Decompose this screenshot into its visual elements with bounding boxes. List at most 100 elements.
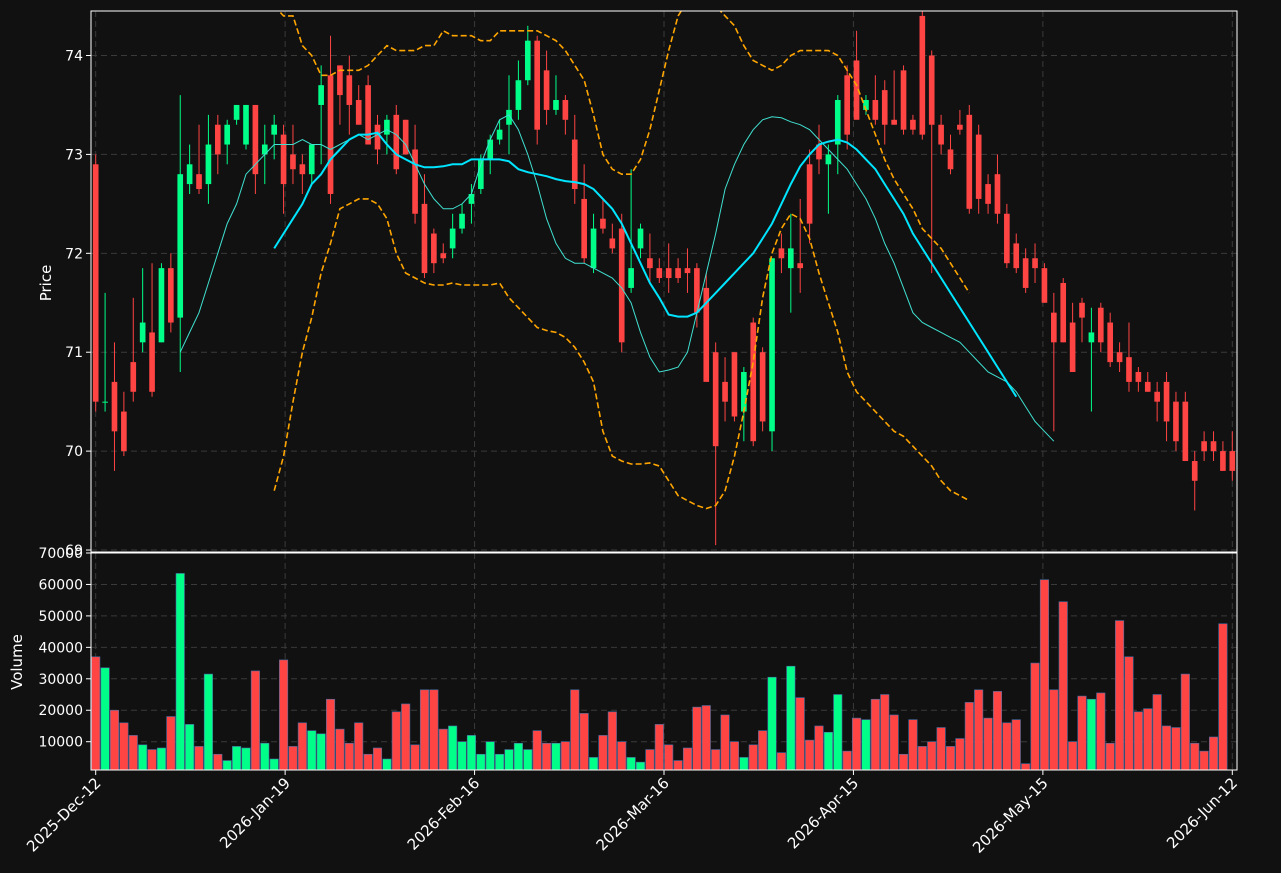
candle-body — [665, 268, 672, 279]
volume-bar — [1002, 722, 1012, 771]
volume-bar — [335, 728, 345, 771]
volume-bar — [861, 719, 871, 771]
candle-body — [384, 119, 390, 135]
volume-bar — [429, 689, 439, 771]
candle-body — [1154, 391, 1160, 402]
candle-body — [1126, 357, 1132, 382]
volume-bar — [1105, 742, 1115, 771]
candle-body — [647, 258, 653, 269]
candle-body — [280, 134, 287, 185]
volume-bar — [91, 656, 101, 771]
price-y-tick-label: 73 — [65, 147, 83, 163]
volume-bar — [326, 698, 336, 771]
candle-body — [299, 164, 306, 175]
volume-bar — [175, 573, 185, 771]
candle-body — [271, 124, 277, 135]
volume-bar — [748, 744, 758, 771]
candle-body — [102, 401, 108, 403]
candle-body — [318, 85, 324, 105]
volume-bar — [551, 742, 561, 771]
price-y-tick-label: 70 — [65, 444, 83, 460]
candle-body — [553, 100, 559, 110]
candle-body — [1032, 258, 1038, 269]
volume-bar — [1133, 711, 1143, 771]
candle-body — [881, 90, 888, 125]
volume-bar — [880, 694, 890, 771]
volume-bar — [485, 741, 495, 771]
volume-bar — [354, 722, 364, 771]
candle-body — [1135, 371, 1142, 382]
candle-body — [1004, 213, 1010, 264]
candle-body — [825, 154, 832, 165]
volume-bar — [1021, 763, 1031, 771]
volume-bar — [560, 741, 570, 771]
candle-body — [609, 238, 616, 249]
volume-bar — [316, 733, 326, 771]
volume-bar — [814, 725, 824, 771]
volume-bar — [1162, 725, 1172, 771]
volume-bar — [823, 731, 833, 771]
volume-bar — [964, 702, 974, 771]
candle-body — [806, 164, 813, 224]
volume-bar — [805, 739, 815, 771]
price-y-tick-label: 71 — [65, 345, 83, 361]
volume-bar — [1086, 698, 1096, 771]
volume-bar — [664, 744, 674, 771]
volume-bar — [1190, 742, 1200, 771]
volume-bar — [936, 727, 946, 771]
volume-y-tick-label: 10000 — [38, 735, 83, 751]
volume-bar — [1143, 708, 1153, 771]
candle-body — [947, 149, 954, 170]
volume-y-tick-label: 40000 — [38, 640, 83, 656]
volume-bar — [401, 703, 411, 771]
candle-body — [130, 362, 137, 392]
volume-bar — [250, 670, 260, 771]
candle-body — [224, 124, 231, 145]
candle-body — [243, 104, 249, 145]
candle-body — [1220, 451, 1226, 471]
candle-body — [1201, 441, 1207, 452]
volume-axis-label: Volume — [8, 634, 26, 690]
candle-body — [177, 174, 184, 318]
volume-y-tick-label: 20000 — [38, 703, 83, 719]
candle-body — [1191, 461, 1198, 481]
candle-body — [731, 352, 738, 417]
volume-bar — [147, 749, 157, 771]
candle-body — [449, 228, 456, 249]
candle-body — [844, 75, 850, 135]
candle-body — [722, 381, 728, 402]
candle-body — [628, 268, 634, 288]
candle-body — [374, 124, 381, 150]
candle-body — [759, 352, 766, 422]
volume-bar — [156, 747, 166, 771]
volume-bar — [607, 711, 617, 771]
candle-body — [346, 75, 353, 105]
volume-y-tick-label: 70000 — [38, 546, 83, 562]
volume-bar — [466, 735, 476, 771]
volume-bar — [100, 667, 110, 771]
candle-body — [1229, 451, 1236, 471]
candle-body — [205, 144, 212, 185]
candle-body — [975, 134, 982, 199]
volume-bar — [269, 758, 279, 771]
volume-bar — [307, 730, 317, 771]
candle-body — [656, 268, 663, 279]
candle-body — [1116, 352, 1123, 363]
volume-bar — [1096, 692, 1106, 771]
candle-body — [590, 228, 597, 269]
volume-bar — [419, 689, 429, 771]
volume-bar — [711, 749, 721, 771]
volume-bar — [870, 698, 880, 771]
volume-bar — [194, 746, 204, 771]
volume-bar — [1039, 579, 1049, 771]
volume-bar — [232, 746, 242, 771]
candle-body — [675, 268, 681, 279]
price-y-tick-label: 74 — [65, 49, 83, 65]
candle-body — [910, 119, 916, 130]
volume-bar — [1115, 620, 1125, 771]
volume-bar — [288, 746, 298, 771]
volume-bar — [532, 730, 542, 771]
volume-bar — [542, 742, 552, 771]
candle-body — [1013, 243, 1020, 269]
volume-bar — [372, 747, 383, 771]
